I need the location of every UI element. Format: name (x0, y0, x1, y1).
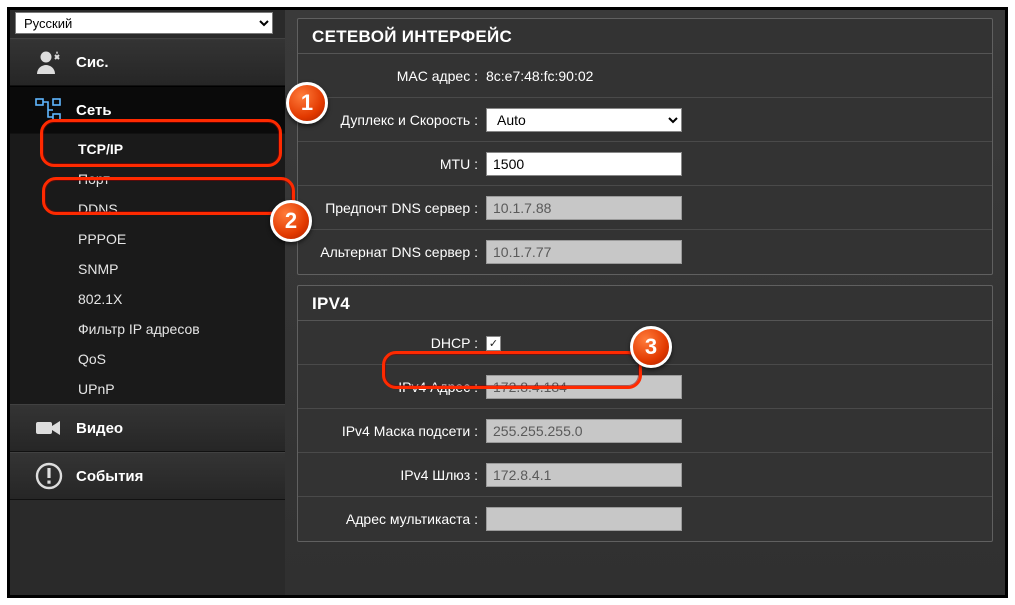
sidebar-group-label: Сеть (76, 102, 112, 119)
sidebar-item-port[interactable]: Порт (10, 164, 285, 194)
ipv4-address-label: IPv4 Адрес : (298, 379, 486, 395)
pref-dns-label: Предпочт DNS сервер : (298, 200, 486, 216)
ipv4-gateway-input[interactable] (486, 463, 682, 487)
sidebar-item-tcpip[interactable]: TCP/IP (10, 134, 285, 164)
system-icon (32, 47, 66, 77)
alt-dns-input[interactable] (486, 240, 682, 264)
sidebar-item-ddns[interactable]: DDNS (10, 194, 285, 224)
sidebar-item-upnp[interactable]: UPnP (10, 374, 285, 404)
duplex-label: Дуплекс и Скорость : (298, 112, 486, 128)
row-mac: MAC адрес : 8c:e7:48:fc:90:02 (298, 54, 992, 98)
panel-title: СЕТЕВОЙ ИНТЕРФЕЙС (298, 19, 992, 54)
row-mtu: MTU : (298, 142, 992, 186)
network-icon (32, 95, 66, 125)
row-ipv4-mask: IPv4 Маска подсети : (298, 409, 992, 453)
panel-title: IPV4 (298, 286, 992, 321)
dhcp-label: DHCP : (298, 335, 486, 351)
sidebar: Русский Сис. С (10, 10, 285, 595)
row-alt-dns: Альтернат DNS сервер : (298, 230, 992, 274)
sidebar-group-network[interactable]: Сеть (10, 86, 285, 134)
events-icon (32, 461, 66, 491)
sidebar-item-8021x[interactable]: 802.1X (10, 284, 285, 314)
multicast-input[interactable] (486, 507, 682, 531)
mac-label: MAC адрес : (298, 68, 486, 84)
row-dhcp: DHCP : ✓ (298, 321, 992, 365)
sidebar-item-ipfilter[interactable]: Фильтр IP адресов (10, 314, 285, 344)
ipv4-gateway-label: IPv4 Шлюз : (298, 467, 486, 483)
dhcp-checkbox[interactable]: ✓ (486, 336, 501, 351)
row-ipv4-address: IPv4 Адрес : (298, 365, 992, 409)
sidebar-group-label: Сис. (76, 54, 109, 71)
sidebar-item-qos[interactable]: QoS (10, 344, 285, 374)
sidebar-item-pppoe[interactable]: PPPOE (10, 224, 285, 254)
row-ipv4-gateway: IPv4 Шлюз : (298, 453, 992, 497)
row-pref-dns: Предпочт DNS сервер : (298, 186, 992, 230)
panel-network-interface: СЕТЕВОЙ ИНТЕРФЕЙС MAC адрес : 8c:e7:48:f… (297, 18, 993, 275)
sidebar-group-label: События (76, 468, 143, 485)
ipv4-mask-label: IPv4 Маска подсети : (298, 423, 486, 439)
alt-dns-label: Альтернат DNS сервер : (298, 244, 486, 260)
sidebar-group-system[interactable]: Сис. (10, 38, 285, 86)
mtu-input[interactable] (486, 152, 682, 176)
sidebar-group-events[interactable]: События (10, 452, 285, 500)
multicast-label: Адрес мультикаста : (298, 511, 486, 527)
mac-value: 8c:e7:48:fc:90:02 (486, 68, 982, 84)
sidebar-item-snmp[interactable]: SNMP (10, 254, 285, 284)
content-area: СЕТЕВОЙ ИНТЕРФЕЙС MAC адрес : 8c:e7:48:f… (285, 10, 1005, 595)
sidebar-group-label: Видео (76, 420, 123, 437)
row-multicast: Адрес мультикаста : (298, 497, 992, 541)
mtu-label: MTU : (298, 156, 486, 172)
sidebar-group-video[interactable]: Видео (10, 404, 285, 452)
ipv4-mask-input[interactable] (486, 419, 682, 443)
ipv4-address-input[interactable] (486, 375, 682, 399)
language-select[interactable]: Русский (15, 12, 273, 34)
duplex-select[interactable]: Auto (486, 108, 682, 132)
panel-ipv4: IPV4 DHCP : ✓ IPv4 Адрес : IPv4 Маска по… (297, 285, 993, 542)
row-duplex: Дуплекс и Скорость : Auto (298, 98, 992, 142)
pref-dns-input[interactable] (486, 196, 682, 220)
video-icon (32, 413, 66, 443)
